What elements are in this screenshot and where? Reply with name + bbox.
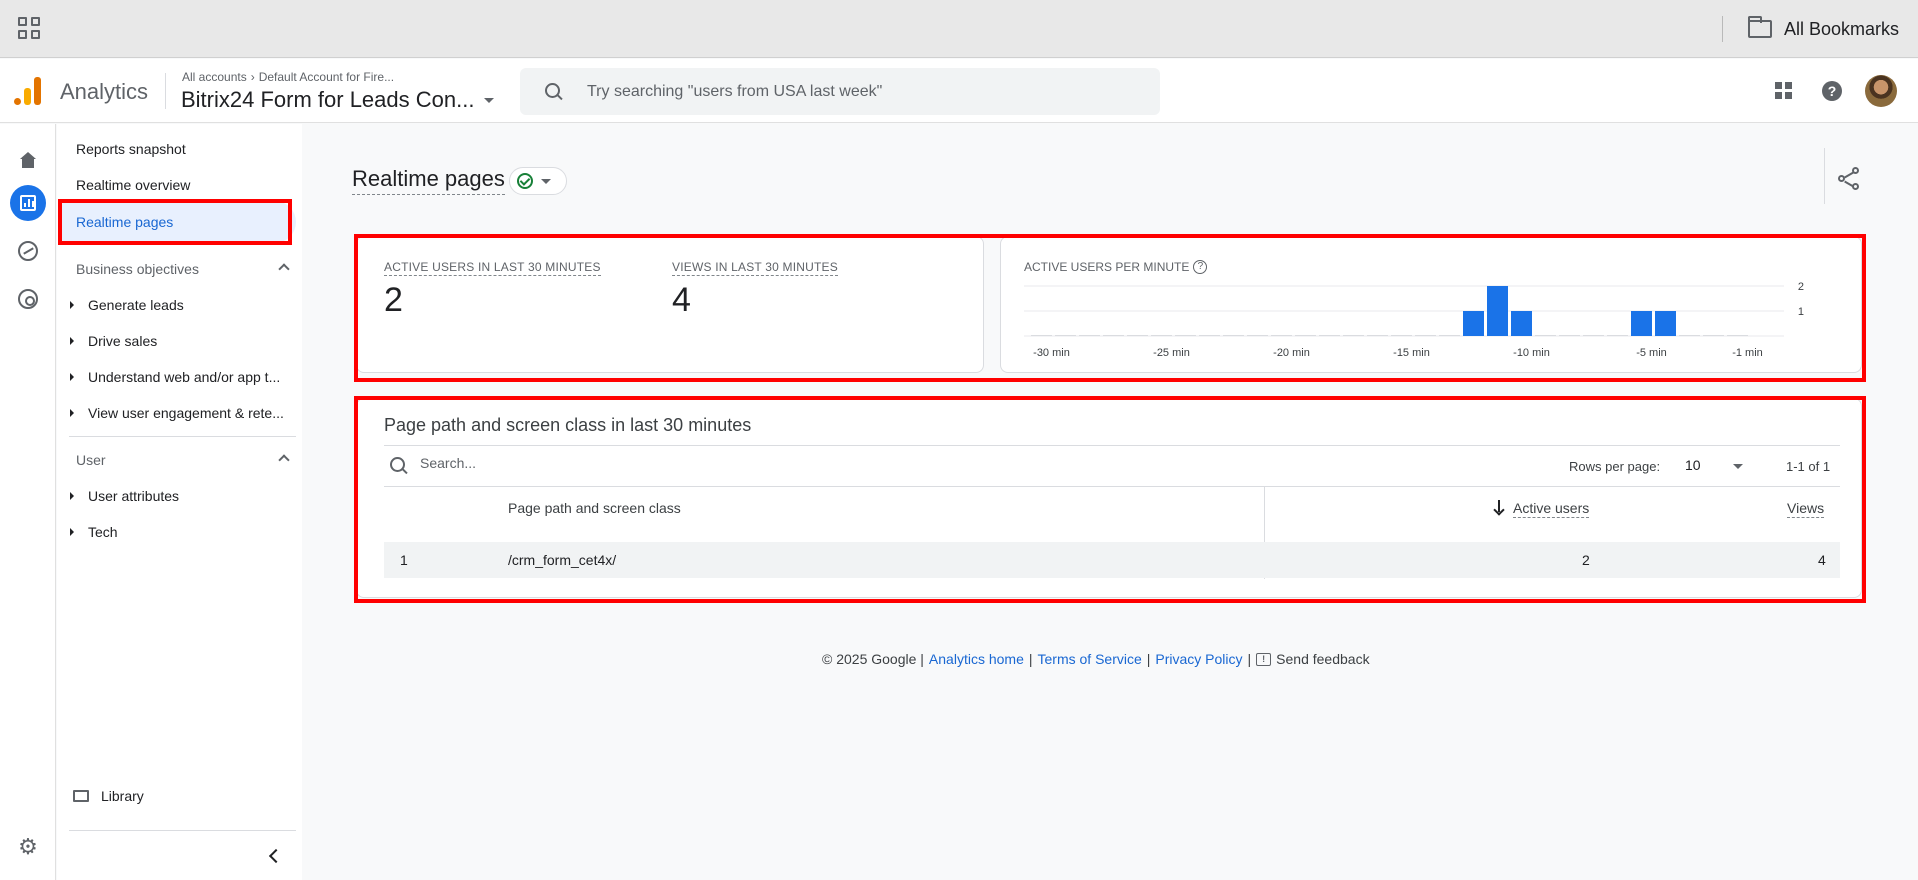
nav-item-label: Understand web and/or app t... xyxy=(88,369,281,385)
advertising-icon xyxy=(18,289,38,309)
explore-nav-button[interactable] xyxy=(10,233,46,269)
status-dropdown[interactable] xyxy=(509,167,567,195)
footer-separator: | xyxy=(1146,651,1151,667)
search-input[interactable] xyxy=(587,82,1107,101)
nav-item-label: Drive sales xyxy=(88,333,158,349)
nav-item-label: User attributes xyxy=(88,488,180,504)
section-user[interactable]: User xyxy=(76,452,296,468)
nav-generate-leads[interactable]: Generate leads xyxy=(70,297,300,313)
highlight-box xyxy=(58,199,292,245)
apps-grid-icon[interactable] xyxy=(18,17,42,41)
chevron-up-icon xyxy=(278,263,290,275)
breadcrumb-property[interactable]: Default Account for Fire... xyxy=(259,70,394,84)
section-user-label: User xyxy=(76,452,106,468)
nav-drive-sales[interactable]: Drive sales xyxy=(70,333,300,349)
browser-bookmark-bar: All Bookmarks xyxy=(0,0,1918,58)
highlight-box xyxy=(354,234,1866,382)
chevron-right-icon: › xyxy=(250,70,255,84)
terms-of-service-link[interactable]: Terms of Service xyxy=(1038,651,1142,667)
nav-understand-traffic[interactable]: Understand web and/or app t... xyxy=(70,369,300,385)
avatar[interactable] xyxy=(1865,75,1897,107)
breadcrumb[interactable]: All accounts › Default Account for Fire.… xyxy=(182,70,394,84)
nav-item-label: View user engagement & rete... xyxy=(88,405,284,421)
reports-icon xyxy=(20,195,36,211)
nav-item-label: Generate leads xyxy=(88,297,184,313)
privacy-policy-link[interactable]: Privacy Policy xyxy=(1155,651,1242,667)
app-header: Analytics All accounts › Default Account… xyxy=(0,59,1918,123)
expand-arrow-icon xyxy=(70,492,74,500)
share-icon[interactable] xyxy=(1838,167,1862,191)
nav-divider xyxy=(69,436,296,437)
property-selector[interactable]: Bitrix24 Form for Leads Con... xyxy=(181,87,495,113)
highlight-box xyxy=(354,396,1866,603)
reports-nav-button[interactable] xyxy=(10,185,46,221)
all-bookmarks-label: All Bookmarks xyxy=(1784,18,1900,39)
advertising-nav-button[interactable] xyxy=(10,281,46,317)
page-title: Realtime pages xyxy=(352,166,505,195)
collapse-nav-icon[interactable] xyxy=(268,848,284,864)
header-divider xyxy=(165,73,166,109)
nav-user-attributes[interactable]: User attributes xyxy=(70,488,300,504)
nav-user-engagement[interactable]: View user engagement & rete... xyxy=(70,405,300,421)
library-label: Library xyxy=(101,788,144,804)
expand-arrow-icon xyxy=(70,337,74,345)
nav-realtime-overview[interactable]: Realtime overview xyxy=(76,177,190,193)
chevron-up-icon xyxy=(278,454,290,466)
report-nav: Reports snapshot Realtime overview Realt… xyxy=(57,124,302,880)
bookmark-divider xyxy=(1722,16,1723,42)
home-nav-button[interactable] xyxy=(10,142,46,178)
nav-tech[interactable]: Tech xyxy=(70,524,300,540)
help-icon[interactable]: ? xyxy=(1822,81,1842,101)
expand-arrow-icon xyxy=(70,409,74,417)
send-feedback-link[interactable]: Send feedback xyxy=(1276,651,1369,667)
home-icon xyxy=(19,152,37,168)
explore-icon xyxy=(18,241,38,261)
folder-icon xyxy=(73,790,89,802)
toolbar-divider xyxy=(1824,148,1825,204)
section-business-objectives[interactable]: Business objectives xyxy=(76,261,296,277)
chevron-down-icon xyxy=(484,97,495,103)
search-bar[interactable] xyxy=(520,68,1160,115)
footer-separator: | xyxy=(1247,651,1252,667)
all-bookmarks-button[interactable]: All Bookmarks xyxy=(1748,16,1899,42)
section-business-label: Business objectives xyxy=(76,261,199,277)
folder-icon xyxy=(1748,16,1772,38)
breadcrumb-account[interactable]: All accounts xyxy=(182,70,247,84)
analytics-logo-icon[interactable] xyxy=(14,77,42,105)
gear-icon[interactable]: ⚙ xyxy=(17,836,39,858)
nav-library[interactable]: Library xyxy=(73,788,144,804)
app-name: Analytics xyxy=(60,79,149,104)
footer-separator: | xyxy=(1028,651,1033,667)
apps-icon[interactable] xyxy=(1775,82,1793,100)
check-circle-icon xyxy=(517,173,533,189)
footer-copyright: © 2025 Google | xyxy=(822,651,924,667)
chevron-down-icon xyxy=(541,178,551,184)
search-icon xyxy=(545,82,563,101)
expand-arrow-icon xyxy=(70,301,74,309)
nav-reports-snapshot[interactable]: Reports snapshot xyxy=(76,141,186,157)
expand-arrow-icon xyxy=(70,373,74,381)
icon-rail: ⚙ xyxy=(0,124,56,880)
nav-item-label: Tech xyxy=(88,524,118,540)
nav-divider xyxy=(69,830,296,831)
expand-arrow-icon xyxy=(70,528,74,536)
analytics-home-link[interactable]: Analytics home xyxy=(929,651,1024,667)
property-name: Bitrix24 Form for Leads Con... xyxy=(181,87,475,112)
footer: © 2025 Google | Analytics home | Terms o… xyxy=(822,651,1370,667)
feedback-icon: ! xyxy=(1256,652,1272,666)
